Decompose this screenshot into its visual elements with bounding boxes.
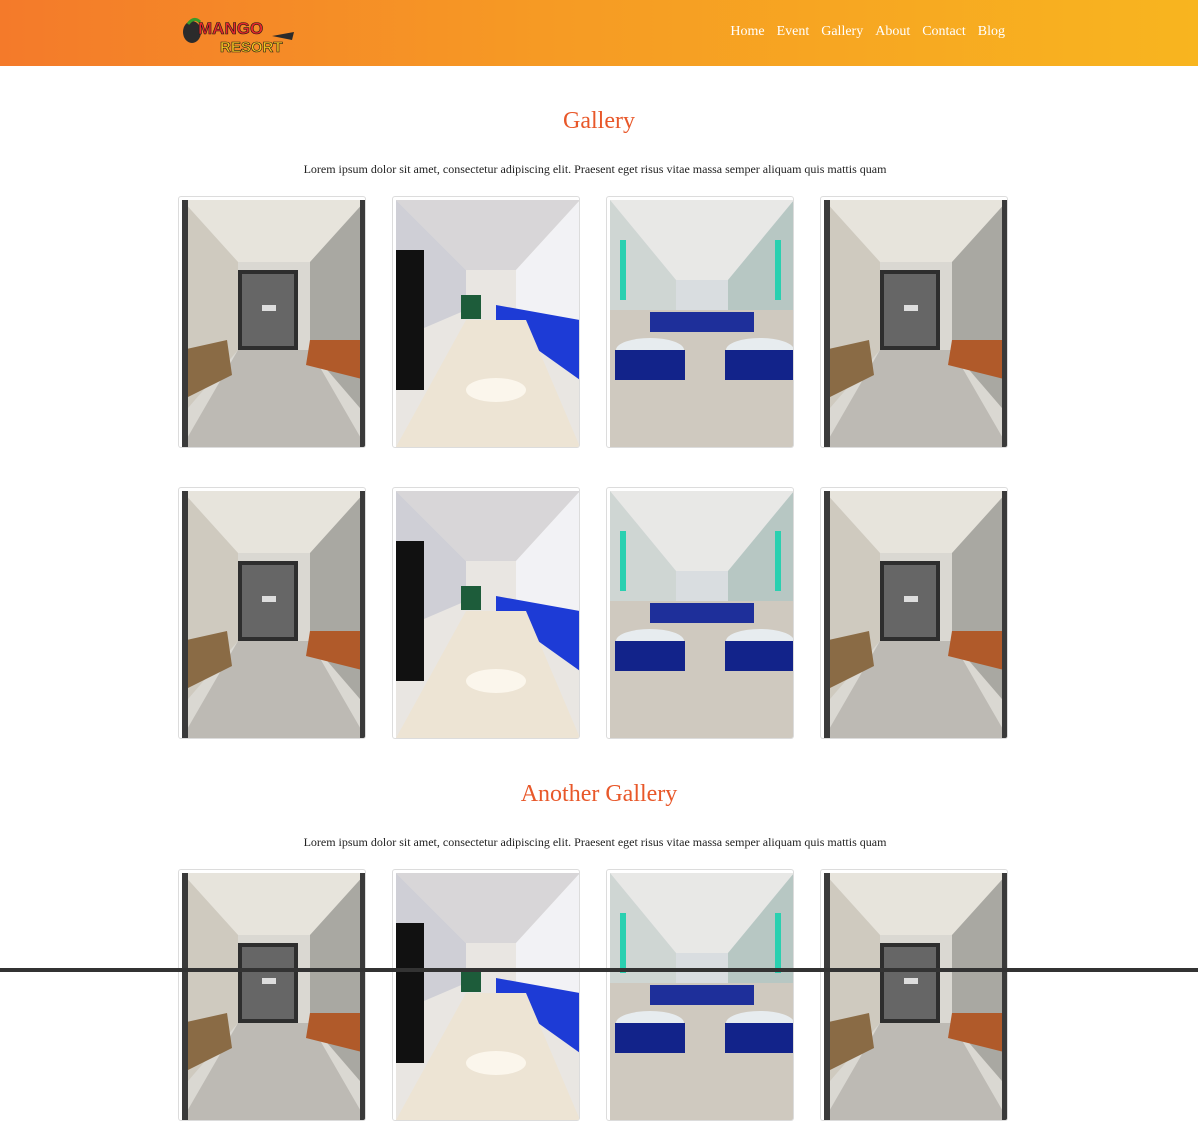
nav-link-blog[interactable]: Blog bbox=[978, 24, 1005, 40]
gallery-photo[interactable] bbox=[820, 869, 1008, 1121]
gallery-title: Gallery bbox=[563, 108, 635, 134]
photo-image bbox=[824, 873, 1007, 1120]
gallery-photo[interactable] bbox=[820, 196, 1008, 448]
photo-image bbox=[182, 873, 365, 1120]
gallery-description: Lorem ipsum dolor sit amet, consectetur … bbox=[303, 835, 887, 849]
gallery-title: Another Gallery bbox=[520, 781, 678, 807]
nav-link-event[interactable]: Event bbox=[777, 24, 810, 40]
nav-link-home[interactable]: Home bbox=[730, 24, 764, 40]
gallery-description: Lorem ipsum dolor sit amet, consectetur … bbox=[303, 162, 887, 176]
photo-image bbox=[824, 491, 1007, 738]
mango-resort-logo[interactable]: MANGO RESORT bbox=[180, 10, 298, 56]
photo-image bbox=[182, 491, 365, 738]
svg-text:RESORT: RESORT bbox=[220, 39, 283, 56]
gallery-photo[interactable] bbox=[178, 487, 366, 739]
gallery-photo[interactable] bbox=[178, 869, 366, 1121]
photo-image bbox=[396, 491, 579, 738]
nav-link-gallery[interactable]: Gallery bbox=[821, 24, 863, 40]
nav-link-about[interactable]: About bbox=[875, 24, 910, 40]
gallery-photo[interactable] bbox=[392, 196, 580, 448]
gallery-photo[interactable] bbox=[392, 869, 580, 1121]
photo-image bbox=[824, 200, 1007, 447]
photo-image bbox=[610, 491, 793, 738]
gallery-photo[interactable] bbox=[820, 487, 1008, 739]
svg-text:MANGO: MANGO bbox=[198, 19, 263, 38]
gallery-photo[interactable] bbox=[178, 196, 366, 448]
gallery-photo[interactable] bbox=[606, 869, 794, 1121]
photo-image bbox=[396, 200, 579, 447]
photo-image bbox=[396, 873, 579, 1120]
gallery-photo[interactable] bbox=[606, 196, 794, 448]
gallery-photo[interactable] bbox=[606, 487, 794, 739]
gallery-photo[interactable] bbox=[392, 487, 580, 739]
main-nav: Home Event Gallery About Contact Blog bbox=[730, 24, 1005, 40]
photo-image bbox=[610, 200, 793, 447]
photo-image bbox=[610, 873, 793, 1120]
horizontal-scrollbar[interactable] bbox=[0, 968, 1198, 972]
nav-link-contact[interactable]: Contact bbox=[922, 24, 966, 40]
site-header: MANGO RESORT Home Event Gallery About Contac… bbox=[0, 0, 1198, 66]
photo-image bbox=[182, 200, 365, 447]
